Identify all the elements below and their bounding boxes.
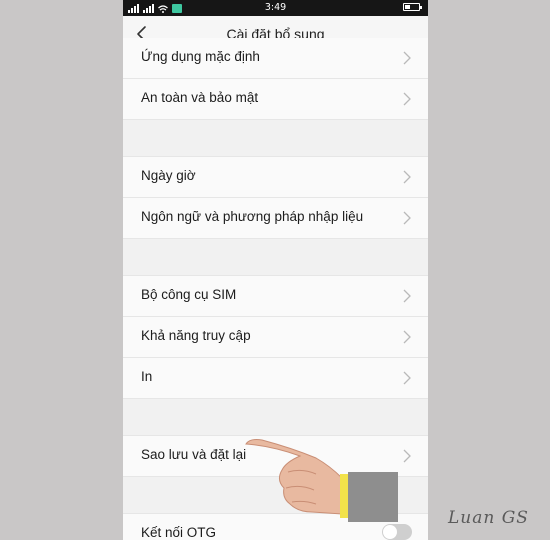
section-gap	[123, 239, 428, 276]
settings-item-accessibility[interactable]: Khả năng truy cập	[123, 317, 428, 358]
settings-item-label: Ngày giờ	[141, 168, 196, 183]
settings-item-language-input[interactable]: Ngôn ngữ và phương pháp nhập liệu	[123, 198, 428, 239]
settings-item-print[interactable]: In	[123, 358, 428, 399]
settings-item-label: Sao lưu và đặt lại	[141, 447, 247, 462]
settings-item-security[interactable]: An toàn và bảo mật	[123, 79, 428, 120]
chevron-right-icon	[403, 211, 411, 225]
section-gap	[123, 399, 428, 436]
settings-item-default-apps[interactable]: Ứng dụng mặc định	[123, 38, 428, 79]
pointing-hand-icon	[245, 439, 398, 522]
chevron-right-icon	[403, 371, 411, 385]
settings-item-label: Bộ công cụ SIM	[141, 287, 237, 302]
battery-icon	[403, 3, 422, 11]
chevron-right-icon	[403, 330, 411, 344]
chevron-right-icon	[403, 449, 411, 463]
watermark: Luan GS	[448, 508, 529, 528]
chevron-right-icon	[403, 51, 411, 65]
settings-item-label: Ứng dụng mặc định	[141, 49, 260, 64]
status-bar: 3:49	[123, 0, 428, 16]
settings-item-label: Khả năng truy cập	[141, 328, 251, 343]
chevron-right-icon	[403, 92, 411, 106]
chevron-right-icon	[403, 170, 411, 184]
settings-item-label: Kết nối OTG	[141, 525, 217, 540]
settings-item-date-time[interactable]: Ngày giờ	[123, 157, 428, 198]
settings-item-label: Ngôn ngữ và phương pháp nhập liệu	[141, 209, 364, 224]
status-time: 3:49	[264, 2, 287, 13]
section-gap	[123, 120, 428, 157]
settings-item-label: An toàn và bảo mật	[141, 90, 259, 105]
settings-item-sim-toolkit[interactable]: Bộ công cụ SIM	[123, 276, 428, 317]
chevron-right-icon	[403, 289, 411, 303]
settings-item-label: In	[141, 369, 153, 384]
